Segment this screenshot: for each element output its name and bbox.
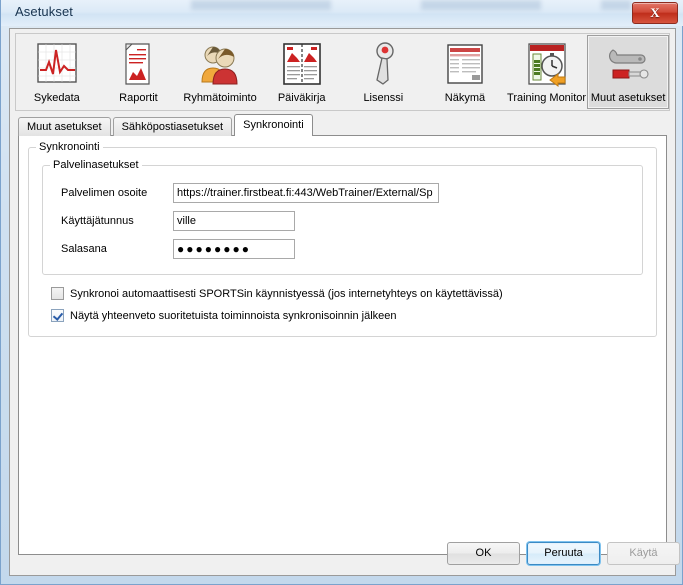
checkbox-row-show-summary[interactable]: Näytä yhteenveto suoritetuista toiminnoi… — [51, 309, 397, 322]
cancel-button[interactable]: Peruuta — [527, 542, 600, 565]
password-input[interactable]: ●●●●●●●● — [173, 239, 295, 259]
stopwatch-gauge-icon — [527, 43, 566, 87]
toolbar-item-paivakirja[interactable]: Päiväkirja — [261, 35, 343, 109]
title-bar: Asetukset X — [1, 0, 683, 26]
server-address-label: Palvelimen osoite — [61, 187, 148, 199]
checkbox-show-summary[interactable] — [51, 309, 64, 322]
group-synkronointi: Synkronointi Palvelinasetukset Palvelime… — [28, 141, 657, 337]
row-server-address: Palvelimen osoite https://trainer.firstb… — [61, 182, 439, 204]
toolbar-item-label: Päiväkirja — [277, 92, 326, 104]
toolbar-item-label: Lisenssi — [363, 92, 404, 104]
apply-button: Käytä — [607, 542, 680, 565]
password-label: Salasana — [61, 243, 107, 255]
tab-sahkopostiasetukset[interactable]: Sähköpostiasetukset — [112, 117, 233, 136]
toolbar-item-label: Raportit — [119, 92, 158, 104]
toolbar-item-label: Sykedata — [33, 92, 80, 104]
titlebar-blur-mid — [421, 0, 541, 10]
close-button[interactable]: X — [632, 2, 678, 24]
tab-synkronointi[interactable]: Synkronointi — [234, 114, 313, 136]
titlebar-blur-left — [191, 0, 331, 10]
row-password: Salasana ●●●●●●●● — [61, 238, 295, 260]
window-title: Asetukset — [15, 4, 73, 19]
toolbar-item-muut-asetukset[interactable]: Muut asetukset — [587, 35, 669, 109]
toolbar: Sykedata Raportit Ryhmätoiminto Päiväkir… — [15, 33, 670, 111]
dialog-footer: OK Peruuta Käytä — [10, 533, 680, 575]
heart-rate-chart-icon — [37, 43, 77, 83]
group-palvelinasetukset-legend: Palvelinasetukset — [50, 159, 142, 171]
report-document-icon — [125, 43, 151, 85]
titlebar-blur-right — [601, 0, 631, 10]
toolbar-item-nakyma[interactable]: Näkymä — [424, 35, 506, 109]
toolbar-item-label: Ryhmätoiminto — [183, 92, 257, 104]
row-username: Käyttäjätunnus ville — [61, 210, 295, 232]
tab-strip: Muut asetukset Sähköpostiasetukset Synkr… — [18, 114, 667, 136]
toolbar-item-training-monitor[interactable]: Training Monitor — [506, 35, 588, 109]
window-layout-icon — [447, 44, 483, 84]
group-people-icon — [201, 46, 238, 85]
checkbox-row-auto-sync[interactable]: Synkronoi automaattisesti SPORTSin käynn… — [51, 287, 503, 300]
close-icon: X — [650, 5, 660, 20]
toolbar-item-sykedata[interactable]: Sykedata — [16, 35, 98, 109]
wrench-tools-icon — [609, 49, 649, 79]
checkbox-show-summary-label: Näytä yhteenveto suoritetuista toiminnoi… — [70, 309, 397, 322]
key-icon — [376, 42, 395, 85]
toolbar-item-raportit[interactable]: Raportit — [98, 35, 180, 109]
group-palvelinasetukset: Palvelinasetukset Palvelimen osoite http… — [42, 159, 643, 275]
toolbar-item-label: Muut asetukset — [590, 92, 666, 104]
ok-button[interactable]: OK — [447, 542, 520, 565]
open-book-icon — [282, 43, 321, 85]
toolbar-item-lisenssi[interactable]: Lisenssi — [343, 35, 425, 109]
tab-panel-synkronointi: Synkronointi Palvelinasetukset Palvelime… — [18, 135, 667, 555]
username-label: Käyttäjätunnus — [61, 215, 134, 227]
checkbox-auto-sync[interactable] — [51, 287, 64, 300]
group-synkronointi-legend: Synkronointi — [36, 141, 103, 153]
server-address-input[interactable]: https://trainer.firstbeat.fi:443/WebTrai… — [173, 183, 439, 203]
tab-muut-asetukset[interactable]: Muut asetukset — [18, 117, 111, 136]
checkbox-auto-sync-label: Synkronoi automaattisesti SPORTSin käynn… — [70, 287, 503, 300]
username-input[interactable]: ville — [173, 211, 295, 231]
toolbar-item-label: Training Monitor — [507, 92, 587, 104]
client-area: Sykedata Raportit Ryhmätoiminto Päiväkir… — [9, 28, 680, 576]
toolbar-item-label: Näkymä — [444, 92, 486, 104]
toolbar-item-ryhmatoiminto[interactable]: Ryhmätoiminto — [179, 35, 261, 109]
settings-window: Asetukset X Sykedata Raportit Ryhmätoimi… — [0, 0, 683, 585]
